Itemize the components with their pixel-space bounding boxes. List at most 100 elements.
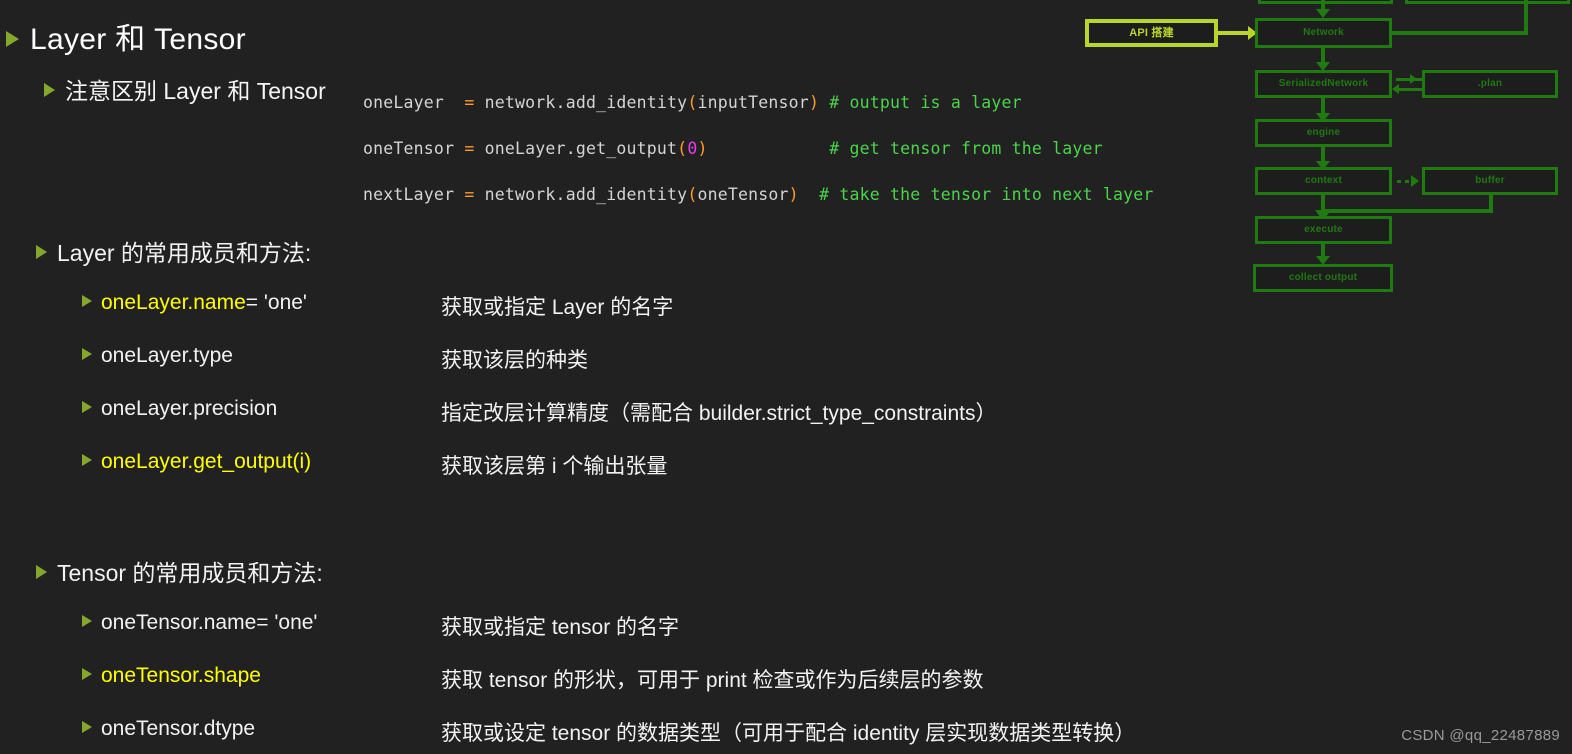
code-identifier: oneLayer xyxy=(363,93,455,112)
layer-member-name: oneLayer.get_output(i) xyxy=(101,450,312,473)
diagram-box-api: API 搭建 xyxy=(1085,19,1218,47)
diagram-box-execute-label: execute xyxy=(1304,224,1343,235)
diagram-edge-serialized-plan-top xyxy=(1396,78,1422,81)
tensor-member-suffix: = 'one' xyxy=(256,611,318,634)
diagram-box-network-label: Network xyxy=(1303,27,1344,38)
page-title-text: Layer 和 Tensor xyxy=(30,23,246,56)
diagram-box-execute: execute xyxy=(1255,216,1392,244)
tensor-member-name: oneTensor.shape xyxy=(101,664,261,687)
code-block: oneLayer = network.add_identity(inputTen… xyxy=(363,80,1154,218)
diagram-arrowhead-top-network xyxy=(1316,9,1330,18)
arrow-bullet-icon xyxy=(6,31,19,47)
diagram-dot-1 xyxy=(1397,180,1401,183)
pipeline-diagram: API 搭建 Network SerializedNetwork .plan e… xyxy=(1080,0,1572,300)
section-heading-tensor-text: Tensor 的常用成员和方法: xyxy=(57,560,323,586)
diagram-box-collect-output-label: collect output xyxy=(1288,272,1358,283)
layer-member-suffix: = 'one' xyxy=(245,291,307,314)
layer-member-row: oneLayer.get_output(i) xyxy=(82,450,311,474)
code-spacer xyxy=(708,139,830,158)
diagram-box-partial-top-left xyxy=(1258,0,1393,4)
subheading-layer-vs-tensor: 注意区别 Layer 和 Tensor xyxy=(44,72,326,106)
code-identifier: oneTensor xyxy=(363,139,455,158)
code-call: network.add_identity xyxy=(484,185,688,204)
diagram-box-engine-label: engine xyxy=(1306,127,1341,138)
tensor-member-description: 获取 tensor 的形状，可用于 print 检查或作为后续层的参数 xyxy=(441,669,984,692)
section-heading-layer-text: Layer 的常用成员和方法: xyxy=(57,240,312,266)
code-paren-close: ) xyxy=(808,93,820,112)
arrow-bullet-icon xyxy=(82,615,92,627)
diagram-box-api-label: API 搭建 xyxy=(1129,26,1174,39)
tensor-member-name: oneTensor.dtype xyxy=(101,717,256,740)
tensor-member-row: oneTensor.dtype xyxy=(82,717,255,741)
arrow-bullet-icon xyxy=(36,565,47,579)
diagram-arrowhead-context-buffer xyxy=(1411,175,1419,187)
diagram-arrowhead-serialized-to-plan xyxy=(1410,74,1417,84)
section-heading-tensor: Tensor 的常用成员和方法: xyxy=(36,554,323,588)
diagram-box-context-label: context xyxy=(1305,175,1342,186)
layer-member-row: oneLayer.type xyxy=(82,344,233,368)
layer-member-description: 获取该层第 i 个输出张量 xyxy=(441,455,668,478)
code-paren-close: ) xyxy=(697,139,708,158)
code-call: oneLayer.get_output xyxy=(484,139,678,158)
layer-member-name: oneLayer.name xyxy=(101,291,246,314)
watermark: CSDN @qq_22487889 xyxy=(1401,727,1560,744)
diagram-box-partial-top-right xyxy=(1405,0,1570,4)
arrow-bullet-icon xyxy=(82,401,92,413)
code-line: oneLayer = network.add_identity(inputTen… xyxy=(363,80,1154,126)
code-argument: inputTensor xyxy=(697,93,809,112)
diagram-edge-serialized-plan-bottom xyxy=(1396,88,1422,91)
code-argument: oneTensor xyxy=(697,185,789,204)
code-operator: = xyxy=(454,185,485,204)
layer-member-name: oneLayer.type xyxy=(101,344,233,367)
code-identifier: nextLayer xyxy=(363,185,455,204)
code-operator: = xyxy=(454,139,485,158)
diagram-box-network: Network xyxy=(1255,18,1392,48)
diagram-box-collect-output: collect output xyxy=(1253,264,1393,292)
code-paren-close: ) xyxy=(788,185,799,204)
arrow-bullet-icon xyxy=(82,454,92,466)
diagram-box-engine: engine xyxy=(1255,119,1392,147)
code-line: nextLayer = network.add_identity(oneTens… xyxy=(363,172,1154,218)
slide-canvas: Layer 和 Tensor 注意区别 Layer 和 Tensor oneLa… xyxy=(0,0,1572,754)
layer-member-name: oneLayer.precision xyxy=(101,397,278,420)
diagram-edge-buffer-rail-h xyxy=(1323,209,1493,213)
arrow-bullet-icon xyxy=(44,83,55,97)
section-heading-layer: Layer 的常用成员和方法: xyxy=(36,234,311,268)
code-spacer xyxy=(799,185,819,204)
arrow-bullet-icon xyxy=(82,348,92,360)
layer-member-row: oneLayer.name = 'one' xyxy=(82,291,307,315)
tensor-member-description: 获取或指定 tensor 的名字 xyxy=(441,616,680,639)
diagram-box-buffer: buffer xyxy=(1422,167,1558,195)
diagram-box-plan-label: .plan xyxy=(1477,78,1503,89)
tensor-member-row: oneTensor.name = 'one' xyxy=(82,611,317,635)
diagram-edge-api-network xyxy=(1218,31,1250,35)
arrow-bullet-icon xyxy=(36,245,47,259)
page-title: Layer 和 Tensor xyxy=(6,14,246,58)
code-paren-open: ( xyxy=(677,139,688,158)
code-operator: = xyxy=(454,93,485,112)
diagram-box-plan: .plan xyxy=(1422,70,1558,98)
diagram-box-serialized-network: SerializedNetwork xyxy=(1255,70,1392,98)
arrow-bullet-icon xyxy=(82,295,92,307)
layer-member-description: 获取或指定 Layer 的名字 xyxy=(441,296,674,319)
diagram-edge-network-rail-v xyxy=(1524,0,1528,35)
diagram-arrowhead-plan-to-serialized xyxy=(1392,84,1399,94)
code-call: network.add_identity xyxy=(484,93,688,112)
code-paren-open: ( xyxy=(687,93,698,112)
code-comment: # get tensor from the layer xyxy=(829,139,1103,158)
diagram-edge-network-rail-h xyxy=(1390,31,1528,35)
code-comment: # output is a layer xyxy=(829,93,1022,112)
diagram-box-buffer-label: buffer xyxy=(1475,175,1505,186)
layer-member-row: oneLayer.precision xyxy=(82,397,277,421)
code-spacer xyxy=(819,93,829,112)
tensor-member-description: 获取或设定 tensor 的数据类型（可用于配合 identity 层实现数据类… xyxy=(441,722,1136,745)
diagram-box-serialized-network-label: SerializedNetwork xyxy=(1278,78,1369,89)
code-line: oneTensor = oneLayer.get_output(0) # get… xyxy=(363,126,1154,172)
diagram-dot-2 xyxy=(1405,180,1409,183)
layer-member-description: 获取该层的种类 xyxy=(441,349,588,372)
arrow-bullet-icon xyxy=(82,721,92,733)
arrow-bullet-icon xyxy=(82,668,92,680)
code-paren-open: ( xyxy=(687,185,698,204)
tensor-member-name: oneTensor.name xyxy=(101,611,257,634)
layer-member-description: 指定改层计算精度（需配合 builder.strict_type_constra… xyxy=(441,402,997,425)
